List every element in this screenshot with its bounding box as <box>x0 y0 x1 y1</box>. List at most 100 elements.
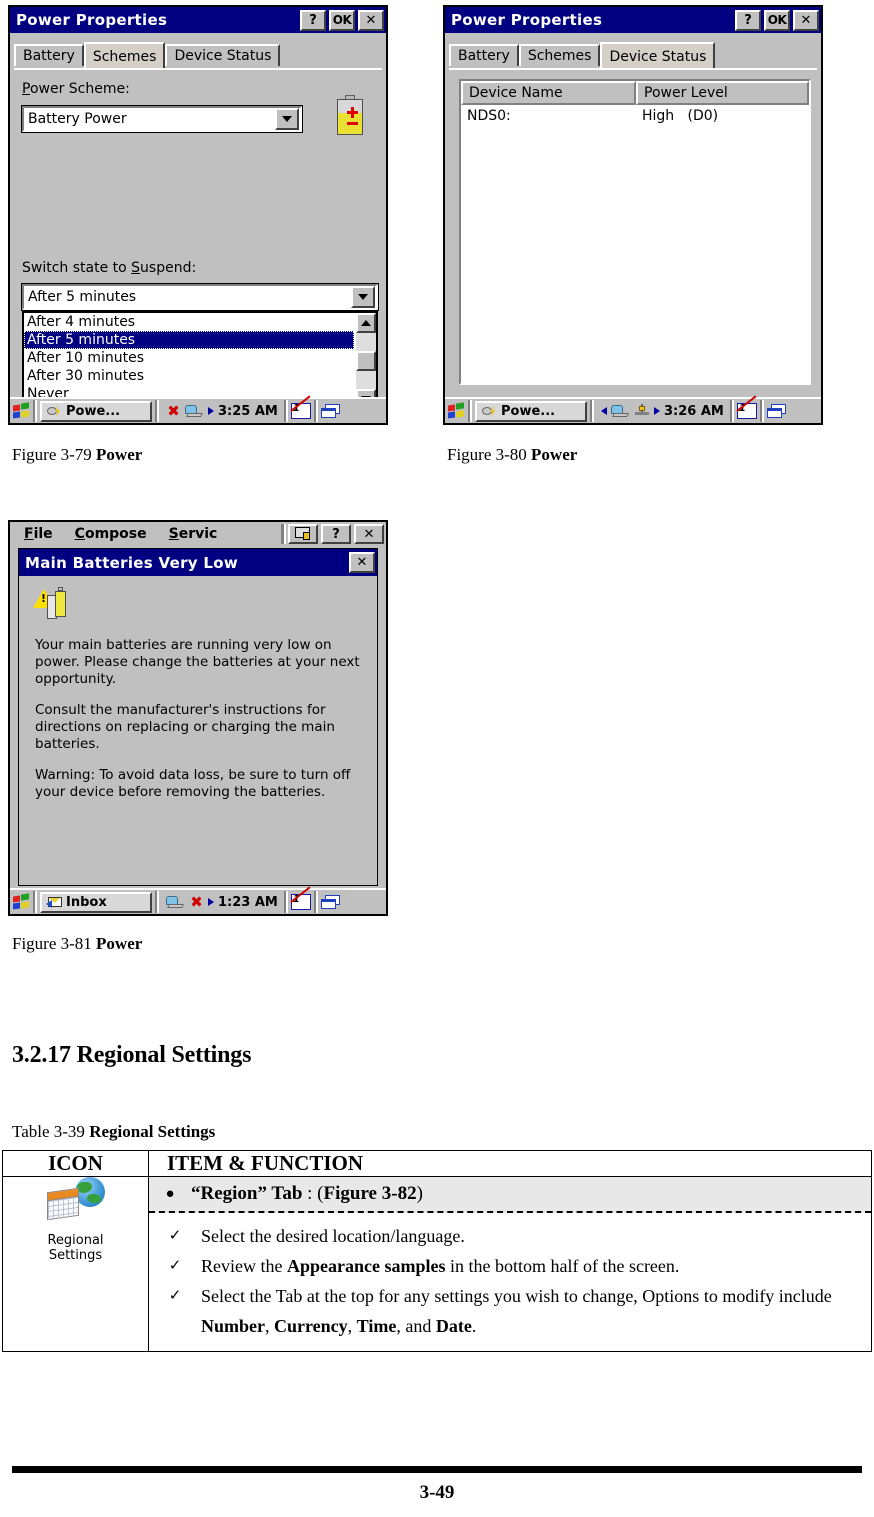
network-icon[interactable] <box>185 404 204 418</box>
dropdown-options[interactable]: After 4 minutes After 5 minutes After 10… <box>24 313 354 409</box>
ok-button[interactable]: OK <box>329 9 355 31</box>
close-button[interactable]: ✕ <box>354 524 384 544</box>
taskbar-separator <box>468 400 472 422</box>
inbox-menubar[interactable]: File Compose Servic ? ✕ <box>10 522 386 546</box>
start-button-icon[interactable] <box>447 402 465 419</box>
dropdown-option[interactable]: After 4 minutes <box>24 313 354 331</box>
power-scheme-dropdown-arrow[interactable] <box>275 108 299 130</box>
tab-device-status[interactable]: Device Status <box>165 44 281 66</box>
start-button-icon[interactable] <box>12 893 30 910</box>
power-icon <box>46 404 63 418</box>
dialog-paragraph-2: Consult the manufacturer's instructions … <box>35 702 335 752</box>
taskbar-tray[interactable]: ✖ <box>162 895 218 910</box>
stylus-calendar-icon[interactable]: 1 <box>290 886 311 910</box>
taskbar[interactable]: Inbox ✖ 1:23 AM 1 <box>10 886 386 914</box>
dialog-paragraph-1: Your main batteries are running very low… <box>35 637 360 687</box>
table-row[interactable]: NDS0: High (D0) <box>461 105 809 127</box>
tab-strip[interactable]: Battery Schemes Device Status <box>10 38 386 68</box>
scroll-track[interactable] <box>356 333 376 351</box>
network-icon[interactable] <box>166 895 185 909</box>
battery-warning-dialog[interactable]: Main Batteries Very Low ✕ ! Your main ba… <box>18 548 378 886</box>
no-connection-icon[interactable]: ✖ <box>166 404 181 419</box>
ok-button[interactable]: OK <box>764 9 790 31</box>
stylus-calendar-icon[interactable]: 1 <box>290 395 311 419</box>
tray-expand-icon[interactable] <box>208 898 214 906</box>
dropdown-option[interactable]: After 10 minutes <box>24 349 354 367</box>
dialog-titlebar: Main Batteries Very Low ✕ <box>19 549 377 576</box>
help-button[interactable]: ? <box>300 9 326 31</box>
listview-header: Device Name Power Level <box>461 81 809 105</box>
tab-underline <box>449 68 817 70</box>
switch-state-label: Switch state to Suspend: <box>22 260 196 276</box>
taskbar-separator <box>33 400 37 422</box>
window-title: Power Properties <box>16 11 168 29</box>
tab-battery[interactable]: Battery <box>449 44 519 66</box>
tab-schemes[interactable]: Schemes <box>518 44 601 66</box>
stylus-calendar-icon[interactable]: 1 <box>736 395 757 419</box>
menu-services[interactable]: Servic <box>169 526 218 542</box>
scroll-up-button[interactable] <box>356 313 376 333</box>
network-icon[interactable] <box>611 404 630 418</box>
switch-state-dropdown-list[interactable]: After 4 minutes After 5 minutes After 10… <box>22 311 378 411</box>
taskbar[interactable]: Powe... 3:26 AM 1 <box>445 395 821 423</box>
taskbar-separator <box>590 400 594 422</box>
taskbar-separator <box>283 400 288 422</box>
check-icon: ✓ <box>168 1288 182 1304</box>
column-header-power-level[interactable]: Power Level <box>636 81 809 105</box>
power-scheme-combo[interactable]: Battery Power <box>21 105 303 133</box>
scroll-track-lower[interactable] <box>356 371 376 389</box>
menu-file-accel: F <box>24 526 34 542</box>
figure-caption-bold: Power <box>531 445 578 464</box>
power-properties-schemes-window[interactable]: Power Properties ? OK ✕ Battery Schemes … <box>8 5 388 425</box>
menu-compose[interactable]: Compose <box>75 526 147 542</box>
bullet-text-ref: Figure 3-82 <box>323 1183 417 1204</box>
dropdown-scrollbar[interactable] <box>354 313 376 409</box>
taskbar-task-inbox[interactable]: Inbox <box>40 891 152 913</box>
dropdown-option[interactable]: After 30 minutes <box>24 367 354 385</box>
calendar-icon <box>46 1187 79 1221</box>
keyboard-button[interactable] <box>288 524 318 544</box>
window-switch-icon[interactable] <box>320 403 341 419</box>
tab-strip[interactable]: Battery Schemes Device Status <box>445 38 821 68</box>
taskbar-clock: 3:26 AM <box>664 403 724 419</box>
close-button[interactable]: ✕ <box>358 9 384 31</box>
no-connection-icon[interactable]: ✖ <box>189 895 204 910</box>
tray-expand-icon[interactable] <box>208 407 214 415</box>
switch-state-dropdown-arrow[interactable] <box>351 286 375 308</box>
window-switch-icon[interactable] <box>766 403 787 419</box>
table-body-row: Regional Settings ● “Region” Tab : (Figur… <box>2 1176 872 1352</box>
close-button[interactable]: ✕ <box>793 9 819 31</box>
window-switch-icon[interactable] <box>320 894 341 910</box>
warning-exclamation: ! <box>41 592 47 605</box>
taskbar-tray[interactable]: ✖ <box>162 404 218 419</box>
column-header-device-name[interactable]: Device Name <box>461 81 636 105</box>
footer-rule <box>12 1466 862 1473</box>
tray-expand-icon[interactable] <box>654 407 660 415</box>
tab-schemes[interactable]: Schemes <box>83 42 166 68</box>
antenna-icon[interactable] <box>634 404 650 418</box>
power-icon <box>481 404 498 418</box>
battery-minus-icon <box>347 122 358 125</box>
help-button[interactable]: ? <box>735 9 761 31</box>
tab-battery[interactable]: Battery <box>14 44 84 66</box>
power-properties-device-status-window[interactable]: Power Properties ? OK ✕ Battery Schemes … <box>443 5 823 425</box>
switch-state-combo[interactable]: After 5 minutes <box>21 283 379 311</box>
figure-caption-bold: Power <box>96 934 143 953</box>
tab-device-status[interactable]: Device Status <box>600 42 716 68</box>
taskbar-task-power[interactable]: Powe... <box>40 400 152 422</box>
taskbar-task-power[interactable]: Powe... <box>475 400 587 422</box>
inbox-battery-warning-window[interactable]: File Compose Servic ? ✕ Main Batteries V… <box>8 520 388 916</box>
help-button[interactable]: ? <box>321 524 351 544</box>
taskbar-tray[interactable] <box>597 404 664 418</box>
dialog-close-button[interactable]: ✕ <box>349 552 375 573</box>
scroll-thumb[interactable] <box>356 351 376 371</box>
tray-collapse-icon[interactable] <box>601 407 607 415</box>
dropdown-option-selected[interactable]: After 5 minutes <box>24 331 354 349</box>
chevron-up-icon <box>361 320 371 326</box>
taskbar-separator <box>313 400 318 422</box>
figure-caption-bold: Power <box>96 445 143 464</box>
start-button-icon[interactable] <box>12 402 30 419</box>
taskbar[interactable]: Powe... ✖ 3:25 AM 1 <box>10 395 386 423</box>
device-status-listview[interactable]: Device Name Power Level NDS0: High (D0) <box>459 79 811 385</box>
menu-file[interactable]: File <box>24 526 53 542</box>
